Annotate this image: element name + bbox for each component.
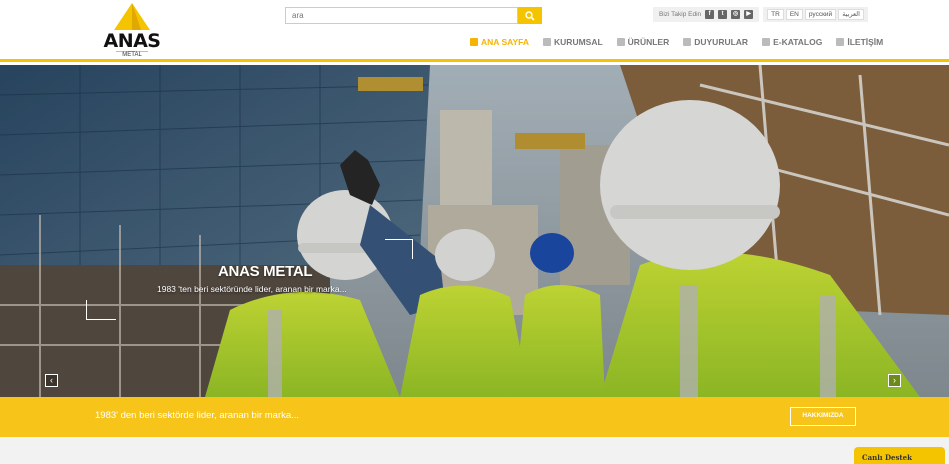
lang-ru[interactable]: русский — [804, 9, 837, 20]
logo-text: ANAS — [103, 30, 162, 52]
language-switcher: TR EN русский العربية — [763, 7, 868, 22]
lang-ar[interactable]: العربية — [838, 9, 864, 20]
search-bar — [285, 7, 542, 24]
caption-bracket-bottom-left — [86, 300, 116, 320]
hero-subtitle: 1983 'ten beri sektöründe lider, aranan … — [157, 284, 347, 294]
nav-item-iletisim[interactable]: İLETİŞİM — [836, 37, 883, 47]
lang-tr[interactable]: TR — [767, 9, 784, 20]
home-icon — [470, 38, 478, 46]
site-header: ANAS METAL Bizi Takip Edin f t ◎ ▶ TR EN… — [0, 0, 949, 62]
slider-prev-button[interactable]: ‹ — [45, 374, 58, 387]
logo-triangle-icon — [114, 3, 150, 30]
nav-item-e-katalog[interactable]: E-KATALOG — [762, 37, 822, 47]
nav-item-ana-sayfa[interactable]: ANA SAYFA — [470, 37, 529, 47]
facebook-icon[interactable]: f — [705, 10, 715, 19]
search-icon — [525, 10, 535, 21]
logo-subtext: METAL — [116, 51, 148, 58]
social-label: Bizi Takip Edin — [659, 11, 702, 18]
book-icon — [762, 38, 771, 46]
megaphone-icon — [683, 38, 692, 46]
caption-bracket-top-right — [385, 239, 413, 259]
slogan-band: 1983' den beri sektörde lider, aranan bi… — [0, 397, 949, 437]
nav-item-kurumsal[interactable]: KURUMSAL — [543, 37, 603, 47]
nav-label: KURUMSAL — [554, 37, 603, 47]
search-button[interactable] — [518, 7, 542, 24]
globe-icon — [836, 38, 845, 46]
nav-label: E-KATALOG — [773, 37, 823, 47]
hero-title: ANAS METAL — [218, 263, 313, 280]
cubes-icon — [616, 38, 625, 46]
twitter-icon[interactable]: t — [718, 10, 728, 19]
nav-item-urunler[interactable]: ÜRÜNLER — [616, 37, 670, 47]
search-input[interactable] — [285, 7, 518, 24]
hero-slider[interactable] — [0, 65, 949, 397]
slogan-text: 1983' den beri sektörde lider, aranan bi… — [95, 410, 300, 421]
about-us-button[interactable]: HAKKIMIZDA — [790, 407, 856, 426]
nav-label: ÜRÜNLER — [627, 37, 670, 47]
live-support-button[interactable]: Canlı Destek — [854, 447, 945, 464]
nav-label: ANA SAYFA — [481, 37, 530, 47]
youtube-icon[interactable]: ▶ — [744, 10, 754, 19]
anas-metal-logo[interactable]: ANAS METAL — [98, 2, 166, 58]
social-links: Bizi Takip Edin f t ◎ ▶ — [653, 7, 760, 22]
lang-en[interactable]: EN — [785, 9, 803, 20]
main-nav: ANA SAYFA KURUMSAL ÜRÜNLER DUYURULAR E-K… — [470, 37, 897, 47]
top-utility-bar: Bizi Takip Edin f t ◎ ▶ TR EN русский ال… — [653, 7, 868, 22]
nav-item-duyurular[interactable]: DUYURULAR — [683, 37, 748, 47]
content-area-start — [0, 437, 949, 464]
nav-label: DUYURULAR — [694, 37, 749, 47]
building-icon — [543, 38, 552, 46]
instagram-icon[interactable]: ◎ — [731, 10, 741, 19]
nav-label: İLETİŞİM — [847, 37, 884, 47]
hero-image-construction-workers — [0, 65, 949, 397]
slider-next-button[interactable]: › — [888, 374, 901, 387]
